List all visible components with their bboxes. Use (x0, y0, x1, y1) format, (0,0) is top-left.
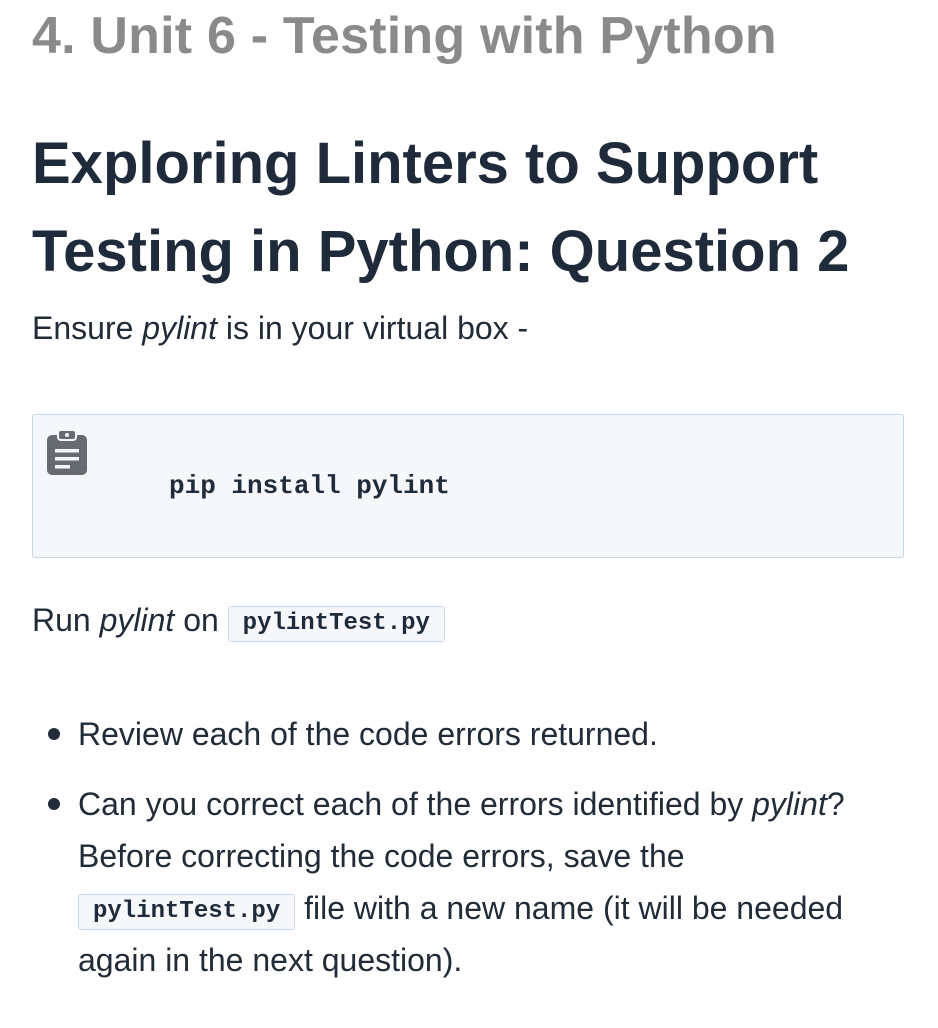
unit-title: 4. Unit 6 - Testing with Python (32, 7, 777, 65)
page-title: Exploring Linters to Support Testing in … (32, 131, 850, 284)
code-block: pip install pylint (32, 414, 904, 558)
clipboard-icon[interactable] (45, 429, 89, 477)
intro-paragraph: Ensure pylint is in your virtual box - (32, 308, 528, 348)
bullet-1-text: Review each of the code errors returned. (78, 716, 658, 752)
run-paragraph: Run pylint on pylintTest.py (32, 600, 445, 642)
run-tool-name: pylint (99, 602, 175, 638)
list-item: Review each of the code errors returned. (32, 708, 906, 760)
intro-suffix: is in your virtual box - (216, 310, 529, 346)
intro-tool-name: pylint (142, 310, 217, 346)
filename-code: pylintTest.py (78, 894, 296, 930)
filename-code: pylintTest.py (227, 606, 445, 642)
install-command: pip install pylint (169, 471, 450, 501)
intro-prefix: Ensure (32, 310, 143, 346)
run-middle: on (174, 602, 228, 638)
task-list: Review each of the code errors returned.… (32, 708, 906, 986)
run-prefix: Run (32, 602, 100, 638)
bullet-2-text-part1: Can you correct each of the errors ident… (78, 786, 753, 822)
list-item: Can you correct each of the errors ident… (32, 778, 906, 986)
bullet-2-tool-name: pylint (752, 786, 827, 822)
